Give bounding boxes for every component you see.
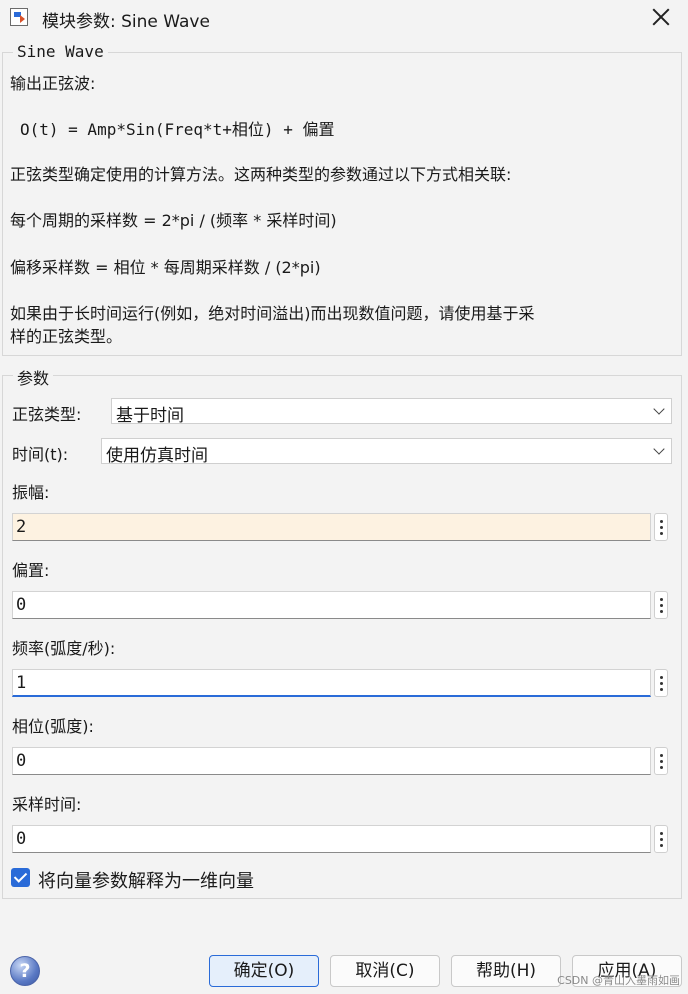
- phase-input[interactable]: [13, 748, 650, 774]
- description-line: 输出正弦波:: [10, 74, 96, 93]
- phase-label: 相位(弧度):: [12, 717, 94, 736]
- ok-button[interactable]: 确定(O): [209, 955, 319, 987]
- phase-field[interactable]: [12, 747, 651, 775]
- interpret-vector-label: 将向量参数解释为一维向量: [38, 871, 254, 892]
- frequency-label: 频率(弧度/秒):: [12, 639, 116, 658]
- sine-type-label: 正弦类型:: [12, 405, 82, 424]
- sample-time-field[interactable]: [12, 825, 651, 853]
- bias-label: 偏置:: [12, 561, 50, 580]
- phase-menu-button[interactable]: [654, 747, 668, 775]
- amplitude-field[interactable]: [12, 513, 651, 541]
- description-line: 偏移采样数 = 相位 * 每周期采样数 / (2*pi): [10, 258, 321, 277]
- bias-input[interactable]: [13, 592, 650, 618]
- description-line: 如果由于长时间运行(例如，绝对时间溢出)而出现数值问题，请使用基于采: [10, 304, 535, 323]
- parameters-group-title: 参数: [13, 365, 54, 389]
- close-button[interactable]: [650, 6, 672, 28]
- help-button[interactable]: 帮助(H): [451, 955, 561, 987]
- description-formula: O(t) = Amp*Sin(Freq*t+相位) + 偏置: [20, 120, 335, 139]
- amplitude-input[interactable]: [13, 514, 650, 540]
- bias-field[interactable]: [12, 591, 651, 619]
- title-bar: 模块参数: Sine Wave: [0, 0, 688, 36]
- window-title: 模块参数: Sine Wave: [42, 12, 210, 32]
- sample-time-label: 采样时间:: [12, 795, 82, 814]
- cancel-button[interactable]: 取消(C): [330, 955, 440, 987]
- amplitude-label: 振幅:: [12, 483, 50, 502]
- sample-time-menu-button[interactable]: [654, 825, 668, 853]
- description-line: 每个周期的采样数 = 2*pi / (频率 * 采样时间): [10, 211, 337, 230]
- watermark-text: CSDN @青山入墨雨如画: [557, 974, 680, 987]
- time-value: 使用仿真时间: [106, 446, 208, 466]
- chevron-down-icon: [653, 443, 665, 455]
- chevron-down-icon: [653, 403, 665, 415]
- sine-type-dropdown[interactable]: 基于时间: [111, 398, 672, 426]
- frequency-input[interactable]: [13, 670, 650, 695]
- description-group-title: Sine Wave: [13, 42, 108, 61]
- time-dropdown[interactable]: 使用仿真时间: [101, 438, 672, 466]
- sine-type-value: 基于时间: [116, 406, 184, 426]
- help-icon[interactable]: ?: [10, 956, 40, 986]
- time-label: 时间(t):: [12, 445, 69, 464]
- sample-time-input[interactable]: [13, 826, 650, 852]
- amplitude-menu-button[interactable]: [654, 513, 668, 541]
- bias-menu-button[interactable]: [654, 591, 668, 619]
- description-line: 样的正弦类型。: [10, 327, 123, 346]
- interpret-vector-checkbox[interactable]: [11, 868, 30, 887]
- simulink-block-icon: [10, 8, 28, 26]
- frequency-field[interactable]: [12, 669, 651, 697]
- description-line: 正弦类型确定使用的计算方法。这两种类型的参数通过以下方式相关联:: [10, 165, 512, 184]
- frequency-menu-button[interactable]: [654, 669, 668, 697]
